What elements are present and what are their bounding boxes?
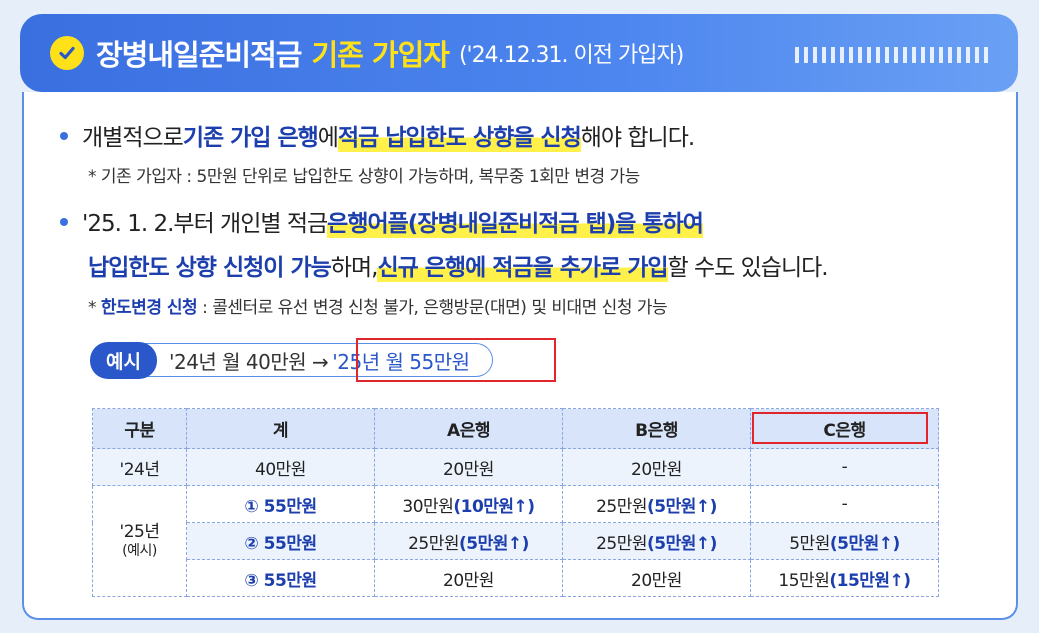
highlight-box-example — [356, 338, 556, 382]
check-circle-icon — [50, 36, 84, 70]
bullet2-text-3: 납입한도 상향 신청이 가능 — [88, 255, 332, 281]
cell-increase: (5만원↑) — [829, 533, 900, 554]
table-cell: 15만원(15만원↑) — [750, 559, 939, 597]
table-cell: 40만원 — [186, 448, 375, 486]
bullet2-text-2: 은행어플(장병내일준비적금 탭)을 통하여 — [327, 204, 704, 238]
table-cell: ② 55만원 — [186, 522, 375, 560]
note-2: * 한도변경 신청 : 콜센터로 유선 변경 신청 불가, 은행방문(대면) 및… — [88, 293, 668, 318]
bullet1-text-3: 에 — [317, 125, 339, 151]
table-header: A은행 — [374, 408, 563, 449]
cell-value: 25만원 — [596, 496, 647, 517]
cell-value: 25만원 — [596, 533, 647, 554]
cell-value: 30만원 — [402, 496, 454, 517]
cell-increase: (5만원↑) — [459, 533, 529, 554]
cell-increase: (10만원↑) — [453, 496, 535, 517]
bullet-2-line-2: 납입한도 상향 신청이 가능 하며, 신규 은행에 적금을 추가로 가입 할 수… — [88, 248, 829, 282]
table-cell: 20만원 — [562, 559, 751, 597]
bullet-dot — [60, 218, 68, 226]
bullet1-text-2: 기존 가입 은행 — [182, 125, 319, 151]
year25-label: '25년 — [119, 521, 160, 542]
bullet2-text-6: 할 수도 있습니다. — [667, 255, 829, 281]
table-row: '25년 (예시) ① 55만원 30만원(10만원↑) 25만원(5만원↑) … — [92, 485, 939, 597]
bullet1-text-4: 적금 납입한도 상향을 신청 — [337, 118, 582, 152]
year25-note: (예시) — [122, 542, 157, 559]
note2-rest: : 콜센터로 유선 변경 신청 불가, 은행방문(대면) 및 비대면 신청 가능 — [197, 298, 668, 318]
cell-value: 15만원 — [778, 570, 830, 591]
cell-value: 5만원 — [789, 533, 830, 554]
table-cell: 20만원 — [374, 559, 563, 597]
section-header: 장병내일준비적금 기존 가입자 ('24.12.31. 이전 가입자) — [20, 14, 1018, 92]
bullet1-text-1: 개별적으로 — [82, 125, 184, 151]
cell-increase: (5만원↑) — [647, 533, 717, 554]
table-cell: ③ 55만원 — [186, 559, 375, 597]
header-subtitle: ('24.12.31. 이전 가입자) — [458, 43, 684, 68]
table-header: B은행 — [562, 408, 751, 449]
highlight-box-c-bank — [752, 412, 928, 444]
bullet-1: 개별적으로 기존 가입 은행 에 적금 납입한도 상향을 신청 해야 합니다. — [60, 118, 695, 152]
cell-value: 20만원 — [631, 570, 682, 591]
bullet-2-line-1: '25. 1. 2.부터 개인별 적금 은행어플(장병내일준비적금 탭)을 통하… — [60, 204, 704, 238]
table-cell: '24년 — [92, 448, 187, 486]
table-cell: 25만원(5만원↑) — [562, 522, 751, 560]
table-cell: - — [750, 448, 939, 486]
bullet2-text-4: 하며, — [330, 255, 379, 281]
table-row: ③ 55만원 20만원 20만원 15만원(15만원↑) — [93, 559, 939, 597]
table-header: 구분 — [92, 408, 187, 449]
table-cell: 20만원 — [374, 448, 563, 486]
bullet-dot — [60, 132, 68, 140]
bullet2-text-5: 신규 은행에 적금을 추가로 가입 — [377, 248, 669, 282]
cell-value: 20만원 — [443, 570, 494, 591]
table-cell: ① 55만원 — [186, 485, 375, 523]
table-cell: 25만원(5만원↑) — [562, 485, 751, 523]
example-label: 예시 — [90, 341, 157, 379]
table-row: '24년 40만원 20만원 20만원 - — [92, 448, 939, 486]
note-1: * 기존 가입자 : 5만원 단위로 납입한도 상향이 가능하며, 복무중 1회… — [88, 167, 640, 187]
cell-value: 25만원 — [408, 533, 459, 554]
header-highlight: 기존 가입자 — [311, 38, 449, 72]
table-cell: 20만원 — [562, 448, 751, 486]
table-header: 계 — [186, 408, 375, 449]
table-cell: 25만원(5만원↑) — [374, 522, 563, 560]
table-row: ② 55만원 25만원(5만원↑) 25만원(5만원↑) 5만원(5만원↑) — [93, 522, 939, 560]
table-cell: 5만원(5만원↑) — [750, 522, 939, 560]
cell-increase: (15만원↑) — [829, 570, 911, 591]
cell-increase: (5만원↑) — [647, 496, 717, 517]
bullet2-text-1: '25. 1. 2.부터 개인별 적금 — [82, 211, 328, 237]
bullet1-text-5: 해야 합니다. — [580, 125, 695, 151]
table-cell-year25: '25년 (예시) — [92, 485, 187, 597]
note2-strong: 한도변경 신청 — [100, 298, 198, 318]
cell-value: - — [841, 494, 848, 514]
decorative-stripes — [795, 47, 988, 63]
table-cell: 30만원(10만원↑) — [374, 485, 563, 523]
example-before: '24년 월 40만원 → — [168, 349, 329, 374]
header-title: 장병내일준비적금 — [96, 38, 302, 72]
note2-prefix: * — [88, 298, 101, 318]
table-cell: - — [750, 485, 939, 523]
